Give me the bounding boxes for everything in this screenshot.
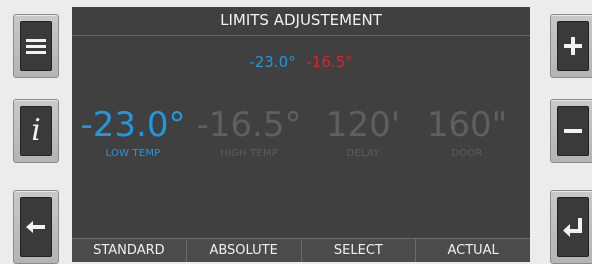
- back-arrow-icon: [26, 221, 45, 233]
- softkey-actual[interactable]: ACTUAL: [415, 239, 530, 262]
- info-button[interactable]: i: [13, 99, 59, 163]
- summary-high-limit: -16.5°: [306, 53, 353, 71]
- high-temp-value: -16.5°: [196, 105, 302, 145]
- softkey-standard[interactable]: STANDARD: [72, 239, 186, 262]
- title-divider: [72, 35, 530, 36]
- page-title: LIMITS ADJUSTEMENT: [220, 11, 382, 29]
- door-label: DOOR: [451, 148, 483, 159]
- param-door[interactable]: 160" DOOR: [408, 105, 526, 159]
- menu-button[interactable]: [13, 14, 59, 78]
- param-delay[interactable]: 120' DELAY: [304, 105, 422, 159]
- summary-low-limit: -23.0°: [249, 53, 296, 71]
- menu-icon: [26, 36, 46, 57]
- softkey-bar: STANDARD ABSOLUTE SELECT ACTUAL: [72, 238, 530, 262]
- enter-button[interactable]: [550, 190, 592, 264]
- high-temp-label: HIGH TEMP: [220, 148, 278, 159]
- softkey-select[interactable]: SELECT: [300, 239, 416, 262]
- softkey-absolute[interactable]: ABSOLUTE: [185, 239, 301, 262]
- param-high-temp[interactable]: -16.5° HIGH TEMP: [190, 105, 308, 159]
- delay-value: 120': [325, 105, 401, 145]
- back-button[interactable]: [13, 190, 59, 264]
- minus-icon: [564, 129, 582, 133]
- plus-button[interactable]: [550, 14, 592, 78]
- door-value: 160": [426, 105, 508, 145]
- info-icon: i: [31, 113, 41, 148]
- param-low-temp[interactable]: -23.0° LOW TEMP: [74, 105, 192, 159]
- display-screen: LIMITS ADJUSTEMENT -23.0° -16.5° -23.0° …: [72, 7, 530, 262]
- delay-label: DELAY: [346, 148, 380, 159]
- enter-icon: [563, 218, 582, 237]
- limits-summary: -23.0° -16.5°: [72, 53, 530, 71]
- low-temp-value: -23.0°: [80, 105, 186, 145]
- plus-icon: [564, 37, 582, 55]
- low-temp-label: LOW TEMP: [105, 148, 161, 159]
- minus-button[interactable]: [550, 99, 592, 163]
